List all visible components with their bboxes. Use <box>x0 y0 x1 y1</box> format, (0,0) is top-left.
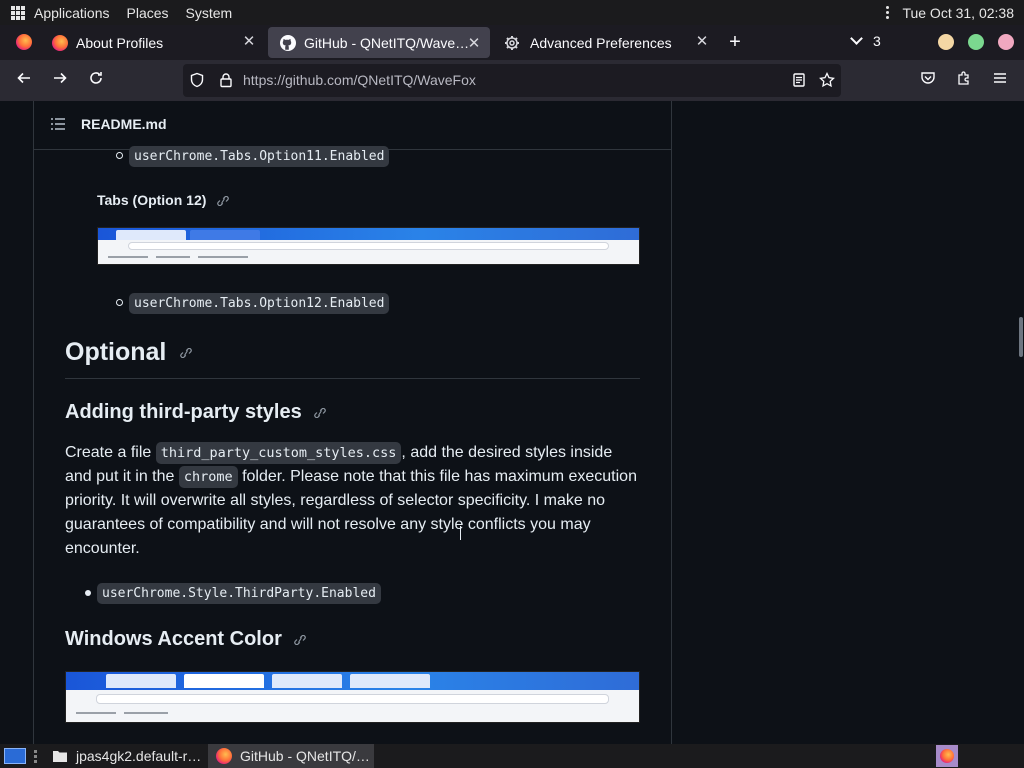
page-content[interactable]: README.md userChrome.Tabs.Option11.Enabl… <box>0 101 1024 744</box>
option11-code: userChrome.Tabs.Option11.Enabled <box>129 146 390 167</box>
pocket-button[interactable] <box>916 68 940 92</box>
list-all-tabs-button[interactable]: 3 <box>850 32 881 49</box>
menu-applications[interactable]: Applications <box>34 5 110 21</box>
firefox-icon <box>52 34 68 51</box>
text-cursor <box>460 526 461 540</box>
gear-icon <box>505 35 519 50</box>
taskbar-item-firefox[interactable]: GitHub - QNetITQ/… <box>208 744 374 768</box>
navigation-toolbar: https://github.com/QNetITQ/WaveFox <box>0 60 1024 101</box>
third-party-code: userChrome.Style.ThirdParty.Enabled <box>97 583 381 604</box>
heading-text: Tabs (Option 12) <box>97 192 207 208</box>
para-line: guarantees of compatibility and will not… <box>65 516 591 533</box>
show-desktop-icon[interactable] <box>4 748 26 764</box>
firefox-view-icon[interactable] <box>16 34 32 50</box>
option12-code: userChrome.Tabs.Option12.Enabled <box>129 293 390 314</box>
taskbar-item-label: GitHub - QNetITQ/… <box>240 748 370 764</box>
tab-title: About Profiles <box>76 34 164 51</box>
list-bullet <box>85 590 91 596</box>
para-line: Create a file third_party_custom_styles.… <box>65 441 645 465</box>
workspace-switcher[interactable] <box>936 745 958 767</box>
list-bullet <box>116 152 123 159</box>
url-text: https://github.com/QNetITQ/WaveFox <box>243 72 476 88</box>
reload-button[interactable] <box>84 68 108 92</box>
tab-title: Advanced Preferences <box>530 34 672 51</box>
outline-list-icon[interactable] <box>51 118 65 130</box>
bookmark-star-icon[interactable] <box>819 72 835 88</box>
reload-icon <box>90 72 102 84</box>
puzzle-icon <box>958 71 969 85</box>
taskbar-item-file-manager[interactable]: jpas4gk2.default-r… <box>44 744 204 768</box>
taskbar-item-label: jpas4gk2.default-r… <box>76 748 202 764</box>
clock[interactable]: Tue Oct 31, 02:38 <box>902 5 1014 21</box>
list-bullet <box>116 299 123 306</box>
github-icon <box>280 34 296 51</box>
para-line: priority. It will overwrite all styles, … <box>65 492 606 509</box>
tabs-option-12-screenshot <box>97 227 640 265</box>
tab-about-profiles[interactable]: About Profiles ✕ <box>40 25 265 60</box>
chevron-down-icon <box>850 32 863 45</box>
anchor-link-icon[interactable] <box>216 196 230 207</box>
divider <box>65 378 640 379</box>
anchor-link-icon[interactable] <box>179 348 193 359</box>
menu-system[interactable]: System <box>186 5 233 21</box>
close-icon[interactable]: ✕ <box>466 36 482 52</box>
app-menu-button[interactable] <box>988 68 1012 92</box>
third-party-description: Create a file third_party_custom_styles.… <box>65 441 645 561</box>
page-scrollbar[interactable] <box>1019 317 1023 357</box>
shield-icon[interactable] <box>189 72 205 88</box>
forward-button[interactable] <box>48 68 72 92</box>
heading-windows-accent-color: Windows Accent Color <box>65 628 307 651</box>
hamburger-menu-icon <box>994 73 1006 83</box>
apps-grid-icon[interactable] <box>11 5 25 20</box>
readme-container: README.md userChrome.Tabs.Option11.Enabl… <box>33 101 672 744</box>
new-tab-button[interactable]: + <box>724 31 746 53</box>
heading-third-party-styles: Adding third-party styles <box>65 401 327 424</box>
folder-icon <box>53 751 67 762</box>
inline-code-chrome: chrome <box>178 466 238 488</box>
tab-count: 3 <box>873 33 881 49</box>
firefox-icon <box>216 748 232 764</box>
readme-file-name: README.md <box>81 116 167 132</box>
close-icon[interactable]: ✕ <box>694 34 710 50</box>
taskbar: jpas4gk2.default-r… GitHub - QNetITQ/… <box>0 744 1024 768</box>
anchor-link-icon[interactable] <box>313 407 327 418</box>
menu-places[interactable]: Places <box>127 5 169 21</box>
heading-text: Optional <box>65 338 167 366</box>
arrow-right-icon <box>54 72 67 84</box>
para-line: and put it in the chrome folder. Please … <box>65 465 645 489</box>
maximize-button[interactable] <box>968 34 984 50</box>
anchor-link-icon[interactable] <box>293 634 307 645</box>
tab-github-wavefox[interactable]: GitHub - QNetITQ/Wave… ✕ <box>268 27 490 58</box>
reader-view-icon[interactable] <box>791 72 807 88</box>
windows-accent-screenshot <box>65 671 640 723</box>
close-window-button[interactable] <box>998 34 1014 50</box>
heading-tabs-option-12: Tabs (Option 12) <box>97 192 230 208</box>
tab-title: GitHub - QNetITQ/Wave… <box>304 34 470 51</box>
lock-icon[interactable] <box>218 72 234 88</box>
para-line: encounter. <box>65 540 140 557</box>
close-icon[interactable]: ✕ <box>241 34 257 50</box>
minimize-button[interactable] <box>938 34 954 50</box>
panel-more-icon[interactable] <box>886 6 890 19</box>
taskbar-separator <box>34 750 37 763</box>
firefox-icon <box>940 749 954 763</box>
heading-text: Windows Accent Color <box>65 628 282 650</box>
heading-optional: Optional <box>65 338 193 367</box>
extensions-button[interactable] <box>952 68 976 92</box>
top-panel: Applications Places System Tue Oct 31, 0… <box>0 0 1024 25</box>
inline-code-filename: third_party_custom_styles.css <box>155 442 402 464</box>
url-bar[interactable]: https://github.com/QNetITQ/WaveFox <box>183 64 841 97</box>
tab-strip: About Profiles ✕ GitHub - QNetITQ/Wave… … <box>0 25 1024 60</box>
back-button[interactable] <box>12 68 36 92</box>
pocket-icon <box>921 72 935 84</box>
readme-header: README.md <box>34 101 671 150</box>
heading-text: Adding third-party styles <box>65 401 302 423</box>
tab-advanced-preferences[interactable]: Advanced Preferences ✕ <box>492 25 718 60</box>
arrow-left-icon <box>17 72 30 84</box>
